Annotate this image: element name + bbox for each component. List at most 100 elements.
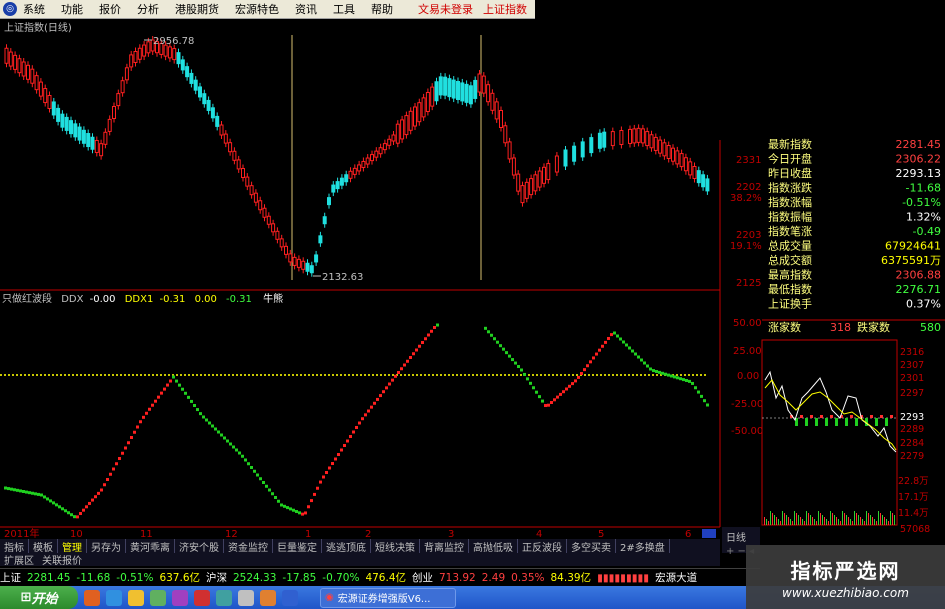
indicator-dot [52,501,55,505]
menu-item-hk-futures[interactable]: 港股期货 [175,1,219,17]
ie-icon[interactable] [106,589,122,606]
tab-extension[interactable]: 扩展区 [0,552,38,567]
tab-save-as[interactable]: 另存为 [87,538,126,554]
menu-item-system[interactable]: 系统 [23,1,45,17]
indicator-dot [316,486,319,490]
axis-label: 38.2% [730,193,762,204]
volume-bar [824,517,825,525]
indicator-axis-labels: 50.00 25.00 0.00 -25.00 -50.00 [731,318,763,437]
time-label: 10 [70,529,83,539]
volume-bar [790,519,791,525]
quicklaunch-icon[interactable] [282,589,298,606]
candle-body [253,192,258,203]
indicator-dot [277,499,280,503]
quicklaunch-icon[interactable] [260,589,276,606]
quicklaunch-icon[interactable] [84,589,100,606]
menu-item-hongyuan[interactable]: 宏源特色 [235,1,279,17]
tab-item-11[interactable]: 高抛低吸 [469,538,518,554]
tab-item-10[interactable]: 背离监控 [420,538,469,554]
candle-body [146,41,151,54]
breadth-bar [820,415,823,418]
volume-bar [866,511,867,525]
axis-label: 19.1% [730,241,762,252]
tab-item-8[interactable]: 逃逃顶底 [322,538,371,554]
indicator-dot [604,340,607,344]
candle-body [666,145,671,159]
indicator-dot [46,497,49,501]
volume-bar [814,519,815,525]
chart-area[interactable]: 上证指数(日线) 2956.78 2132.63 2331 2202 38.2%… [0,18,945,540]
candle-body [499,110,503,128]
start-button[interactable]: ⊞ 开始 [0,586,78,609]
menu-item-help[interactable]: 帮助 [371,1,393,17]
quote-value: 2293.13 [896,167,942,180]
main-chart-panel: 上证指数(日线) 2956.78 2132.63 [4,21,710,283]
volume-bar [870,515,871,525]
candle-body [460,82,465,102]
ticker-sh-pct: -0.51% [116,571,154,584]
taskbar-app-item[interactable]: ◉ 宏源证券增强版V6... [320,587,456,608]
menu-item-news[interactable]: 资讯 [295,1,317,17]
candle-body [112,106,116,119]
indicator-dot [703,399,706,403]
volume-bar [822,515,823,525]
indicator-dot [220,433,223,437]
time-label: 12 [225,529,238,539]
candle-body [327,197,331,206]
menu-item-tools[interactable]: 工具 [333,1,355,17]
candle-body [464,83,469,103]
indicator-dot [607,336,610,340]
candle-body [8,51,13,67]
intraday-level: 2316 [900,347,924,358]
period-tab-daily[interactable]: 日线 [722,527,760,546]
tab-item-4[interactable]: 黄河乖离 [126,538,175,554]
candle-body [430,86,435,107]
quote-label: 最低指数 [768,282,812,296]
candle-body [580,141,585,158]
volume-bar [854,511,855,525]
ticker-cy-pct: 0.35% [511,571,545,584]
folder-icon[interactable] [128,589,144,606]
indicator-dot [289,507,292,511]
candle-body [468,85,473,105]
indicator-dot [418,344,421,348]
tab-item-12[interactable]: 正反波段 [518,538,567,554]
intraday-level: 11.4万 [898,508,929,519]
menu-item-analysis[interactable]: 分析 [137,1,159,17]
candle-body [38,81,43,97]
menu-item-function[interactable]: 功能 [61,1,83,17]
ticker-hs-change: -17.85 [282,571,317,584]
candle-body [206,99,211,111]
scroll-handle[interactable] [702,529,716,538]
ticker-cy-name: 创业 [412,572,433,584]
indicator-dot [580,372,583,376]
tab-item-13[interactable]: 多空买卖 [567,538,616,554]
quicklaunch-icon[interactable] [150,589,166,606]
tab-item-5[interactable]: 济安个股 [175,538,224,554]
quicklaunch-icon[interactable] [216,589,232,606]
quicklaunch-icon[interactable] [194,589,210,606]
candle-body [279,238,284,248]
indicator-dot [190,399,193,403]
tab-related-quote[interactable]: 关联报价 [38,552,86,567]
breadth-bar [850,415,853,418]
indicator-dot [514,361,517,365]
quicklaunch-icon[interactable] [172,589,188,606]
candle-body [413,106,417,127]
candle-body [417,102,422,123]
candle-body [632,128,637,144]
indicator-dot [373,401,376,405]
indicator-dot [328,466,331,470]
login-status[interactable]: 文易未登录 [418,1,473,17]
quicklaunch-icon[interactable] [238,589,254,606]
menu-item-quote[interactable]: 报价 [99,1,121,17]
candle-body [60,113,65,128]
candle-body [610,131,615,147]
tab-item-6[interactable]: 资金监控 [224,538,273,554]
indicator-dot [76,515,79,519]
tab-item-9[interactable]: 短线决策 [371,538,420,554]
candle-body [262,207,267,218]
tab-item-7[interactable]: 巨量鉴定 [273,538,322,554]
tab-item-14[interactable]: 2#多换盘 [616,538,670,554]
candle-body [180,59,185,71]
